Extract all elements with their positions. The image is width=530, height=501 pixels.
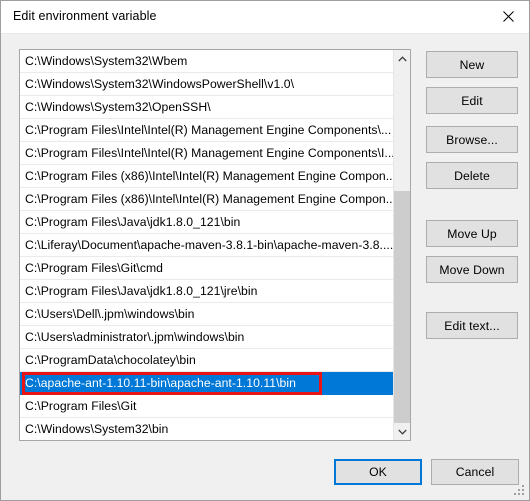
list-item[interactable]: C:\Program Files\Intel\Intel(R) Manageme… xyxy=(20,142,394,165)
scroll-down-icon[interactable] xyxy=(394,423,410,440)
browse-button[interactable]: Browse... xyxy=(426,126,518,153)
path-entries-listbox[interactable]: C:\Windows\System32\Wbem C:\Windows\Syste… xyxy=(19,49,411,441)
list-item[interactable]: C:\Program Files\Git\cmd xyxy=(20,257,394,280)
close-icon[interactable] xyxy=(486,1,529,32)
list-item[interactable]: C:\Windows\System32\bin xyxy=(20,418,394,440)
ok-button[interactable]: OK xyxy=(334,459,422,485)
edit-text-button[interactable]: Edit text... xyxy=(426,312,518,339)
list-item[interactable]: C:\apache-ant-1.10.11-bin\apache-ant-1.1… xyxy=(20,372,394,395)
cancel-button[interactable]: Cancel xyxy=(431,459,519,485)
list-item[interactable]: C:\Users\administrator\.jpm\windows\bin xyxy=(20,326,394,349)
list-item[interactable]: C:\Program Files\Intel\Intel(R) Manageme… xyxy=(20,119,394,142)
edit-environment-variable-dialog: Edit environment variable C:\Windows\Sys… xyxy=(0,0,530,501)
list-item[interactable]: C:\Liferay\Document\apache-maven-3.8.1-b… xyxy=(20,234,394,257)
move-up-button[interactable]: Move Up xyxy=(426,220,518,247)
list-item[interactable]: C:\Program Files\Java\jdk1.8.0_121\jre\b… xyxy=(20,280,394,303)
list-item[interactable]: C:\Windows\System32\Wbem xyxy=(20,50,394,73)
list-item[interactable]: C:\Users\Dell\.jpm\windows\bin xyxy=(20,303,394,326)
resize-grip[interactable] xyxy=(514,485,526,497)
list-scrollbar[interactable] xyxy=(393,50,410,440)
list-item[interactable]: C:\ProgramData\chocolatey\bin xyxy=(20,349,394,372)
list-item[interactable]: C:\Program Files (x86)\Intel\Intel(R) Ma… xyxy=(20,165,394,188)
title-bar: Edit environment variable xyxy=(1,1,529,34)
scrollbar-thumb[interactable] xyxy=(394,191,410,440)
list-item[interactable]: C:\Program Files (x86)\Intel\Intel(R) Ma… xyxy=(20,188,394,211)
scrollbar-track[interactable] xyxy=(394,67,410,440)
chevron-down-icon xyxy=(397,429,407,435)
move-down-button[interactable]: Move Down xyxy=(426,256,518,283)
scroll-up-icon[interactable] xyxy=(394,50,410,67)
path-entries-list: C:\Windows\System32\Wbem C:\Windows\Syste… xyxy=(20,50,394,440)
list-item[interactable]: C:\Program Files\Git xyxy=(20,395,394,418)
list-item[interactable]: C:\Windows\System32\WindowsPowerShell\v1… xyxy=(20,73,394,96)
chevron-up-icon xyxy=(397,55,407,61)
list-item[interactable]: C:\Windows\System32\OpenSSH\ xyxy=(20,96,394,119)
close-x-icon xyxy=(503,11,514,22)
page-title: Edit environment variable xyxy=(13,9,157,23)
edit-button[interactable]: Edit xyxy=(426,87,518,114)
list-item[interactable]: C:\Program Files\Java\jdk1.8.0_121\bin xyxy=(20,211,394,234)
new-button[interactable]: New xyxy=(426,51,518,78)
delete-button[interactable]: Delete xyxy=(426,162,518,189)
